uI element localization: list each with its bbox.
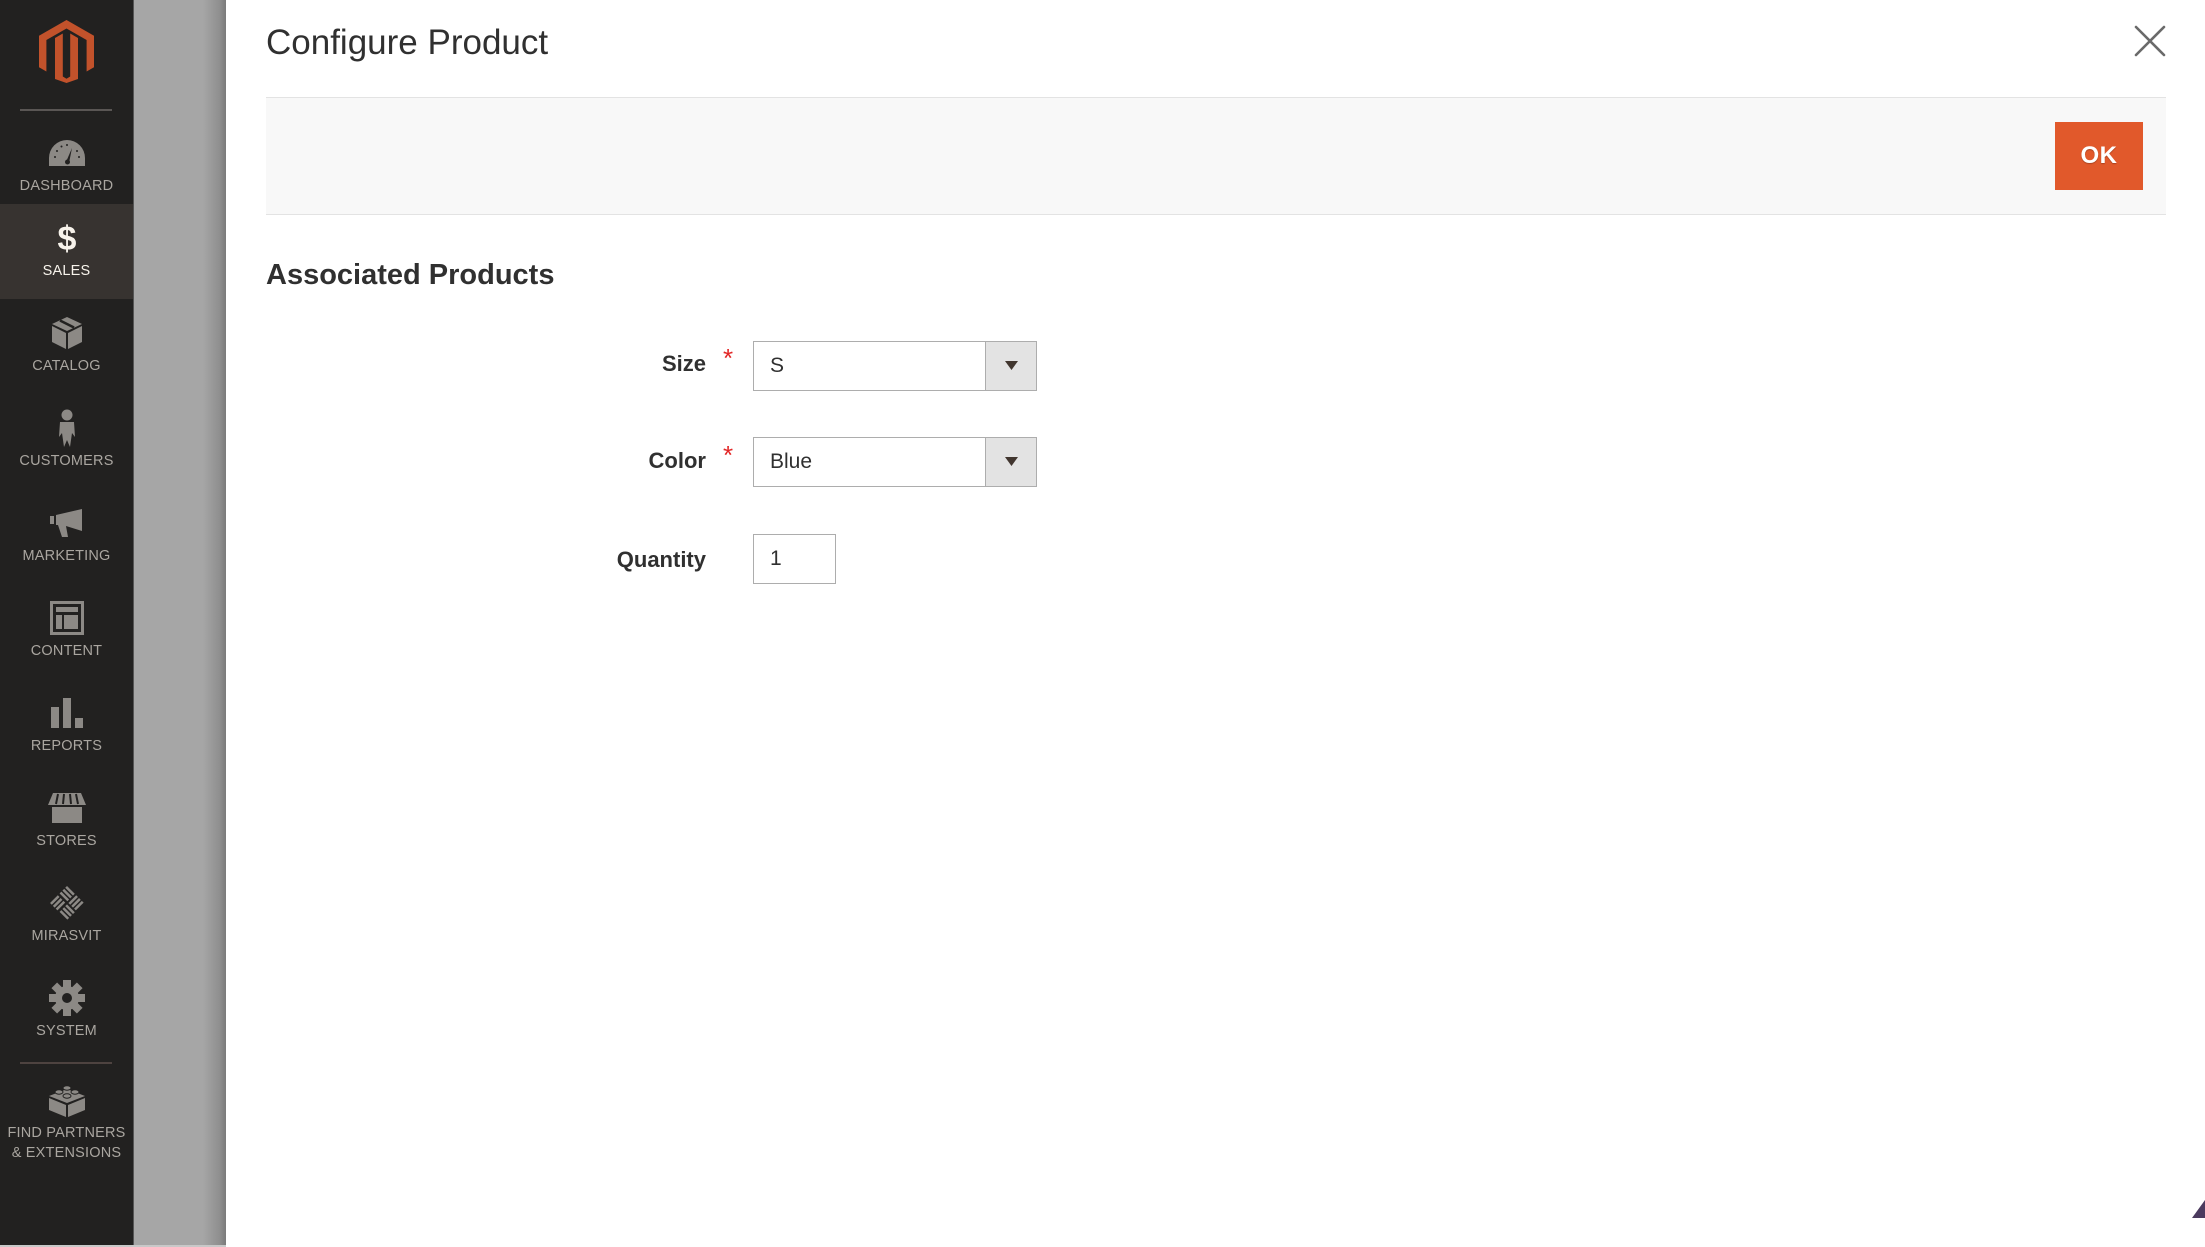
bar-chart-icon xyxy=(47,693,87,733)
quantity-input[interactable] xyxy=(753,534,836,584)
sidebar-item-label: Reports xyxy=(30,738,103,754)
size-dropdown-toggle[interactable] xyxy=(985,342,1036,390)
sidebar-item-label: System xyxy=(36,1023,97,1039)
sidebar-item-system[interactable]: System xyxy=(0,964,133,1059)
sidebar-divider xyxy=(20,109,112,111)
megaphone-icon xyxy=(47,503,87,543)
close-icon xyxy=(2134,25,2166,60)
sidebar-item-find-partners[interactable]: Find Partners & Extensions xyxy=(0,1066,133,1176)
sidebar-item-reports[interactable]: Reports xyxy=(0,679,133,774)
quantity-label: Quantity xyxy=(616,547,706,572)
sidebar-item-label: Mirasvit xyxy=(31,928,102,944)
modal-toolbar: OK xyxy=(266,97,2166,215)
modal-backdrop[interactable] xyxy=(133,0,226,1245)
sidebar-item-catalog[interactable]: Catalog xyxy=(0,299,133,394)
color-select[interactable]: Blue xyxy=(753,437,1037,487)
required-indicator: * xyxy=(723,440,734,470)
size-label: Size xyxy=(661,351,706,376)
magento-logo[interactable] xyxy=(39,20,94,83)
close-button[interactable] xyxy=(2130,22,2170,62)
chevron-down-icon xyxy=(1004,453,1018,471)
sidebar-item-label: Dashboard xyxy=(19,178,114,194)
sidebar-item-label: Stores xyxy=(36,833,97,849)
dashboard-gauge-icon xyxy=(47,133,87,173)
box-icon xyxy=(47,313,87,353)
sidebar-item-sales[interactable]: $ Sales xyxy=(0,204,133,299)
storefront-icon xyxy=(47,788,87,828)
sidebar-item-stores[interactable]: Stores xyxy=(0,774,133,869)
sidebar-item-content[interactable]: Content xyxy=(0,584,133,679)
layout-icon xyxy=(47,598,87,638)
sidebar-item-label: Content xyxy=(30,643,103,659)
sidebar-item-mirasvit[interactable]: Mirasvit xyxy=(0,869,133,964)
configure-product-modal: Configure Product OK Associated Products… xyxy=(226,0,2205,1247)
chevron-down-icon xyxy=(1004,357,1018,375)
sidebar-item-label: Find Partners & Extensions xyxy=(7,1125,126,1161)
sidebar-item-label: Marketing xyxy=(22,548,111,564)
size-select[interactable]: S xyxy=(753,341,1037,391)
sidebar-item-dashboard[interactable]: Dashboard xyxy=(0,119,133,214)
gear-icon xyxy=(47,978,87,1018)
admin-sidebar: Dashboard $ Sales Catalog Customers Mark… xyxy=(0,0,133,1245)
color-label: Color xyxy=(648,448,706,473)
lego-brick-icon xyxy=(47,1080,87,1120)
sidebar-item-marketing[interactable]: Marketing xyxy=(0,489,133,584)
sidebar-item-label: Customers xyxy=(19,453,114,469)
svg-text:$: $ xyxy=(57,221,76,255)
required-indicator: * xyxy=(723,343,734,373)
person-icon xyxy=(47,408,87,448)
sidebar-item-customers[interactable]: Customers xyxy=(0,394,133,489)
color-select-value: Blue xyxy=(770,450,813,473)
resize-corner xyxy=(2192,1200,2205,1218)
section-title: Associated Products xyxy=(266,259,555,291)
ok-button[interactable]: OK xyxy=(2055,122,2143,190)
sidebar-item-label: Catalog xyxy=(32,358,101,374)
size-select-value: S xyxy=(770,354,785,377)
color-dropdown-toggle[interactable] xyxy=(985,438,1036,486)
mirasvit-icon xyxy=(47,883,87,923)
modal-title: Configure Product xyxy=(266,23,549,62)
sidebar-divider xyxy=(20,1062,112,1064)
dollar-icon: $ xyxy=(47,218,87,258)
sidebar-item-label: Sales xyxy=(42,263,91,279)
